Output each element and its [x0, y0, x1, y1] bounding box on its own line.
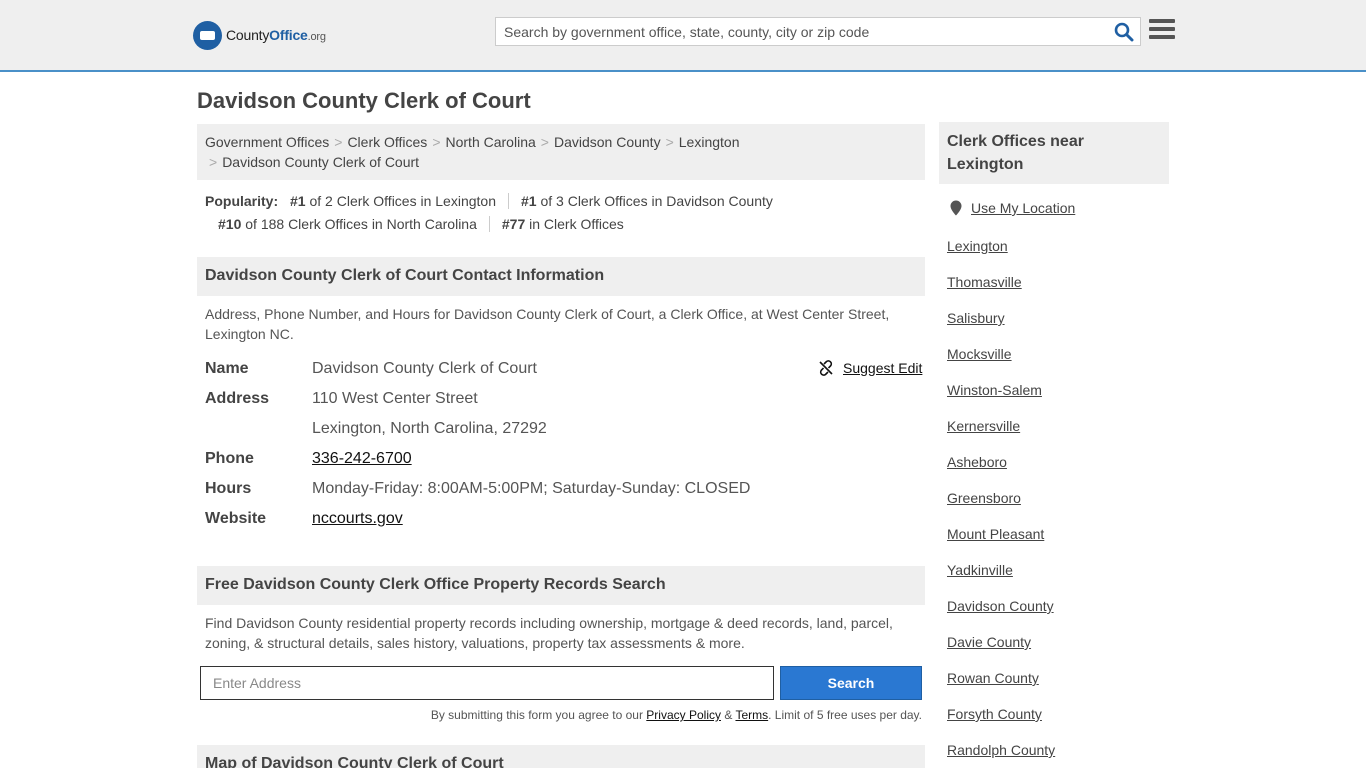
- list-item: Rowan County: [947, 668, 1055, 704]
- nearby-lexington[interactable]: Lexington: [947, 238, 1008, 254]
- address-row-2: Lexington, North Carolina, 27292: [205, 419, 925, 449]
- phone-link[interactable]: 336-242-6700: [312, 449, 412, 469]
- terms-link[interactable]: Terms: [735, 708, 768, 722]
- use-my-location-label: Use My Location: [971, 200, 1076, 216]
- popularity-ranks: Popularity: #1 of 2 Clerk Offices in Lex…: [205, 190, 925, 236]
- chevron-right-icon: >: [209, 154, 218, 170]
- top-bar: CountyOffice.org: [0, 0, 1366, 72]
- logo-part-2: Office: [269, 27, 308, 43]
- hours-row: Hours Monday-Friday: 8:00AM-5:00PM; Satu…: [205, 479, 925, 509]
- website-label: Website: [205, 510, 267, 527]
- list-item: Yadkinville: [947, 560, 1055, 596]
- name-label: Name: [205, 360, 249, 377]
- nearby-kernersville[interactable]: Kernersville: [947, 418, 1020, 434]
- list-item: Salisbury: [947, 308, 1055, 344]
- terms-note: By submitting this form you agree to our…: [430, 708, 922, 722]
- list-item: Davie County: [947, 632, 1055, 668]
- records-description: Find Davidson County residential propert…: [205, 615, 893, 651]
- nearby-forsyth-county[interactable]: Forsyth County: [947, 706, 1042, 722]
- contact-description: Address, Phone Number, and Hours for Dav…: [205, 306, 890, 342]
- chevron-right-icon: >: [665, 134, 674, 150]
- nearby-asheboro[interactable]: Asheboro: [947, 454, 1007, 470]
- breadcrumb: Government Offices > Clerk Offices > North C…: [197, 124, 925, 180]
- records-heading: Free Davidson County Clerk Office Proper…: [197, 566, 925, 605]
- list-item: Thomasville: [947, 272, 1055, 308]
- use-my-location-link[interactable]: Use My Location: [949, 200, 1075, 216]
- logo-part-3: .org: [307, 31, 326, 43]
- nearby-mount-pleasant[interactable]: Mount Pleasant: [947, 526, 1044, 542]
- map-heading: Map of Davidson County Clerk of Court: [197, 745, 925, 768]
- popularity-label: Popularity:: [205, 193, 279, 209]
- breadcrumb-lexington[interactable]: Lexington: [679, 134, 740, 150]
- list-item: Mount Pleasant: [947, 524, 1055, 560]
- nearby-mocksville[interactable]: Mocksville: [947, 346, 1012, 362]
- privacy-policy-link[interactable]: Privacy Policy: [646, 708, 721, 722]
- list-item: Lexington: [947, 236, 1055, 272]
- phone-row: Phone 336-242-6700: [205, 449, 925, 479]
- rank-clerk-offices: #77 in Clerk Offices: [501, 216, 624, 232]
- list-item: Mocksville: [947, 344, 1055, 380]
- nearby-winston-salem[interactable]: Winston-Salem: [947, 382, 1042, 398]
- breadcrumb-current: Davidson County Clerk of Court: [222, 154, 420, 170]
- site-logo[interactable]: CountyOffice.org: [193, 20, 326, 50]
- sidebar-heading: Clerk Offices near Lexington: [939, 122, 1169, 184]
- rank-north-carolina: #10 of 188 Clerk Offices in North Caroli…: [218, 216, 477, 232]
- list-item: Davidson County: [947, 596, 1055, 632]
- list-item: Randolph County: [947, 740, 1055, 768]
- address-input[interactable]: [200, 666, 774, 700]
- rank-davidson-county: #1 of 3 Clerk Offices in Davidson County: [521, 193, 773, 209]
- breadcrumb-government-offices[interactable]: Government Offices: [205, 134, 329, 150]
- nearby-rowan-county[interactable]: Rowan County: [947, 670, 1039, 686]
- address-row: Address 110 West Center Street: [205, 389, 925, 419]
- records-search-button[interactable]: Search: [780, 666, 922, 700]
- site-search: [495, 17, 1141, 46]
- chevron-right-icon: >: [334, 134, 343, 150]
- eagle-seal-icon: [193, 20, 222, 50]
- list-item: Greensboro: [947, 488, 1055, 524]
- address-line-2: Lexington, North Carolina, 27292: [312, 420, 547, 437]
- website-row: Website nccourts.gov: [205, 509, 925, 539]
- name-value: Davidson County Clerk of Court: [312, 360, 537, 377]
- hours-label: Hours: [205, 480, 252, 497]
- breadcrumb-davidson-county[interactable]: Davidson County: [554, 134, 661, 150]
- nearby-greensboro[interactable]: Greensboro: [947, 490, 1021, 506]
- breadcrumb-clerk-offices[interactable]: Clerk Offices: [347, 134, 427, 150]
- nearby-salisbury[interactable]: Salisbury: [947, 310, 1005, 326]
- nearby-davie-county[interactable]: Davie County: [947, 634, 1031, 650]
- hours-value: Monday-Friday: 8:00AM-5:00PM; Saturday-S…: [312, 480, 751, 497]
- nearby-offices-list: Lexington Thomasville Salisbury Mocksvil…: [947, 236, 1055, 768]
- hamburger-menu-icon[interactable]: [1149, 19, 1175, 43]
- nearby-yadkinville[interactable]: Yadkinville: [947, 562, 1013, 578]
- map-pin-icon: [950, 200, 962, 216]
- breadcrumb-north-carolina[interactable]: North Carolina: [446, 134, 536, 150]
- search-icon[interactable]: [1114, 22, 1134, 42]
- list-item: Winston-Salem: [947, 380, 1055, 416]
- contact-heading: Davidson County Clerk of Court Contact I…: [197, 257, 925, 296]
- page-title: Davidson County Clerk of Court: [197, 88, 531, 113]
- phone-label: Phone: [205, 450, 254, 467]
- list-item: Kernersville: [947, 416, 1055, 452]
- list-item: Forsyth County: [947, 704, 1055, 740]
- address-line-1: 110 West Center Street: [312, 390, 478, 407]
- logo-part-1: County: [226, 27, 270, 43]
- chevron-right-icon: >: [540, 134, 549, 150]
- site-search-input[interactable]: [496, 18, 1106, 45]
- name-row: Name Davidson County Clerk of Court: [205, 359, 925, 389]
- rank-lexington: #1 of 2 Clerk Offices in Lexington: [290, 193, 496, 209]
- nearby-thomasville[interactable]: Thomasville: [947, 274, 1022, 290]
- logo-text: CountyOffice.org: [226, 27, 326, 43]
- chevron-right-icon: >: [432, 134, 441, 150]
- website-link[interactable]: nccourts.gov: [312, 509, 403, 529]
- list-item: Asheboro: [947, 452, 1055, 488]
- nearby-randolph-county[interactable]: Randolph County: [947, 742, 1055, 758]
- address-label: Address: [205, 390, 270, 407]
- nearby-davidson-county[interactable]: Davidson County: [947, 598, 1054, 614]
